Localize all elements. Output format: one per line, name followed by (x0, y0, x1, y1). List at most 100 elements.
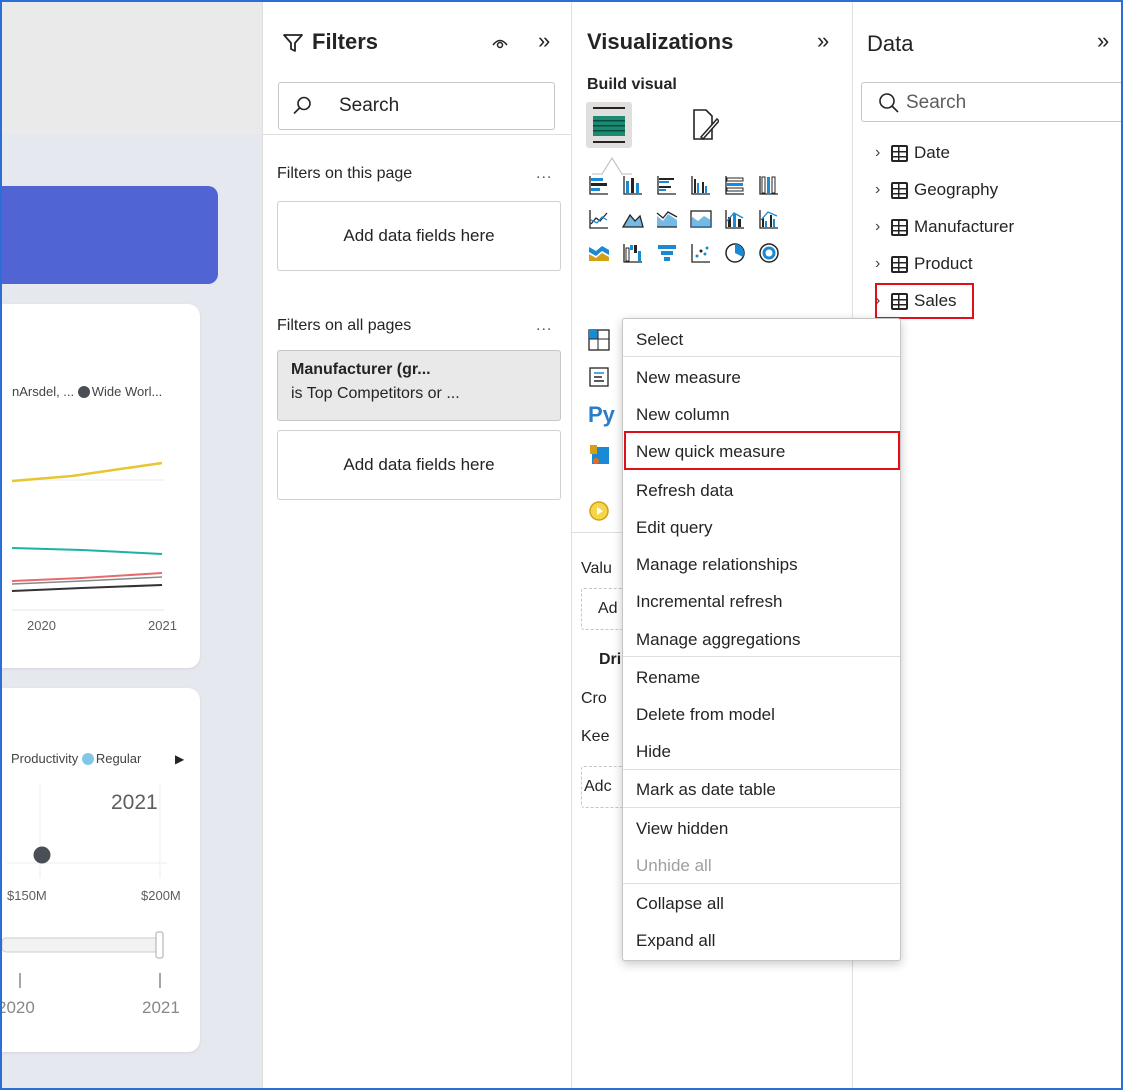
donut-chart-icon[interactable] (758, 242, 780, 264)
data-table-geography[interactable]: › Geography (875, 180, 998, 200)
data-search-input[interactable]: Search (861, 82, 1121, 122)
dropzone-label: Add data fields here (343, 226, 495, 245)
filter-icon (283, 34, 303, 52)
more-options-icon[interactable]: ... (536, 165, 552, 183)
menu-item-new-measure[interactable]: New measure (636, 368, 741, 388)
key-influencers-icon[interactable] (588, 443, 610, 465)
filters-title: Filters (312, 29, 379, 54)
build-visual-tab[interactable] (586, 102, 632, 148)
smart-narrative-icon[interactable] (588, 366, 610, 388)
series-line-dark (11, 584, 163, 592)
x-tick-150m: $150M (7, 888, 47, 903)
filters-search-input[interactable]: Search (278, 82, 555, 130)
menu-item-edit-query[interactable]: Edit query (636, 518, 713, 538)
values-label-partial: Valu (581, 560, 612, 577)
report-banner[interactable] (2, 186, 218, 284)
search-placeholder: Search (339, 95, 400, 116)
data-table-date[interactable]: › Date (875, 143, 950, 163)
series-line-teal (11, 547, 163, 555)
stacked-bar-icon[interactable] (588, 174, 610, 196)
scatter-chart-visual[interactable]: Productivity Regular ▶ 2021 $150M $200M … (2, 688, 200, 1052)
page-filters-dropzone[interactable]: Add data fields here (277, 201, 561, 271)
filter-card-description: is Top Competitors or ... (291, 385, 460, 402)
scatter-point[interactable] (33, 846, 51, 864)
all-pages-filters-dropzone[interactable]: Add data fields here (277, 430, 561, 500)
menu-item-manage-aggregations[interactable]: Manage aggregations (636, 630, 800, 650)
area-chart-icon[interactable] (622, 208, 644, 230)
menu-item-select[interactable]: Select (636, 330, 683, 350)
tab-pointer (592, 156, 632, 175)
menu-item-delete-from-model[interactable]: Delete from model (636, 705, 775, 725)
menu-item-manage-relationships[interactable]: Manage relationships (636, 555, 798, 575)
dropzone-label: Add data fields here (343, 455, 495, 474)
slider-tick-2021: 2021 (142, 998, 180, 1017)
line-chart-icon[interactable] (588, 208, 610, 230)
menu-item-refresh-data[interactable]: Refresh data (636, 481, 733, 501)
line-clustered-column-icon[interactable] (758, 208, 780, 230)
stacked-column-icon[interactable] (622, 174, 644, 196)
dropzone-label-partial: Adc (584, 778, 612, 795)
ribbon-chart-icon[interactable] (588, 242, 610, 264)
play-axis-track[interactable] (2, 937, 163, 953)
funnel-chart-icon[interactable] (656, 242, 678, 264)
clustered-column-icon[interactable] (690, 174, 712, 196)
menu-item-view-hidden[interactable]: View hidden (636, 819, 728, 839)
clustered-bar-icon[interactable] (656, 174, 678, 196)
table-icon (891, 255, 908, 273)
menu-separator (623, 883, 900, 884)
table-name: Geography (914, 180, 999, 199)
data-table-product[interactable]: › Product (875, 254, 973, 274)
chevron-right-icon[interactable]: › (875, 181, 891, 199)
app-frame: nArsdel, ... Wide Worl... 2020 2021 Prod… (0, 0, 1123, 1090)
collapse-data-icon[interactable]: » (1097, 28, 1109, 54)
table-context-menu: Select New measure New column New quick … (622, 318, 901, 961)
chevron-right-icon[interactable]: › (875, 144, 891, 162)
menu-item-hide[interactable]: Hide (636, 742, 671, 762)
keep-filters-label-partial: Kee (581, 728, 610, 745)
menu-separator (623, 356, 900, 357)
collapse-visualizations-icon[interactable]: » (817, 28, 829, 54)
menu-item-new-column[interactable]: New column (636, 405, 730, 425)
table-icon (891, 181, 908, 199)
data-table-manufacturer[interactable]: › Manufacturer (875, 217, 1014, 237)
100-stacked-area-icon[interactable] (690, 208, 712, 230)
build-visual-label: Build visual (587, 76, 677, 93)
eye-icon[interactable] (492, 36, 508, 50)
play-axis-handle[interactable] (155, 931, 164, 959)
menu-item-collapse-all[interactable]: Collapse all (636, 894, 724, 914)
filters-on-page-label: Filters on this page (277, 165, 413, 182)
100-stacked-bar-icon[interactable] (724, 174, 746, 196)
search-icon (879, 93, 899, 113)
line-chart-plot (11, 461, 164, 611)
pie-chart-icon[interactable] (724, 242, 746, 264)
menu-item-mark-as-date-table[interactable]: Mark as date table (636, 780, 776, 800)
menu-separator (623, 656, 900, 657)
menu-item-expand-all[interactable]: Expand all (636, 931, 715, 951)
report-canvas: nArsdel, ... Wide Worl... 2020 2021 Prod… (2, 2, 262, 1088)
menu-item-rename[interactable]: Rename (636, 668, 700, 688)
menu-separator (623, 807, 900, 808)
menu-item-incremental-refresh[interactable]: Incremental refresh (636, 592, 782, 612)
scatter-chart-icon[interactable] (690, 242, 712, 264)
slider-tick-2020: 2020 (2, 998, 35, 1017)
table-name: Product (914, 254, 973, 273)
cross-report-label-partial: Cro (581, 690, 607, 707)
waterfall-chart-icon[interactable] (622, 242, 644, 264)
q-and-a-icon[interactable] (588, 500, 610, 522)
python-visual-icon[interactable]: Py (588, 402, 615, 428)
collapse-filters-icon[interactable]: » (538, 28, 550, 54)
format-visual-icon[interactable] (691, 107, 719, 143)
chevron-right-icon[interactable]: › (875, 255, 891, 273)
stacked-area-icon[interactable] (656, 208, 678, 230)
search-placeholder: Search (906, 92, 967, 113)
100-stacked-column-icon[interactable] (758, 174, 780, 196)
more-options-icon[interactable]: ... (536, 317, 552, 335)
matrix-icon[interactable] (588, 329, 610, 351)
line-stacked-column-icon[interactable] (724, 208, 746, 230)
manufacturer-filter-card[interactable]: Manufacturer (gr... is Top Competitors o… (277, 350, 561, 421)
line-chart-visual[interactable]: nArsdel, ... Wide Worl... 2020 2021 (2, 304, 200, 668)
menu-separator (623, 769, 900, 770)
filters-pane: Filters » Search Filters on this page ..… (262, 2, 572, 1088)
chevron-right-icon[interactable]: › (875, 218, 891, 236)
canvas-top-area (2, 2, 262, 134)
